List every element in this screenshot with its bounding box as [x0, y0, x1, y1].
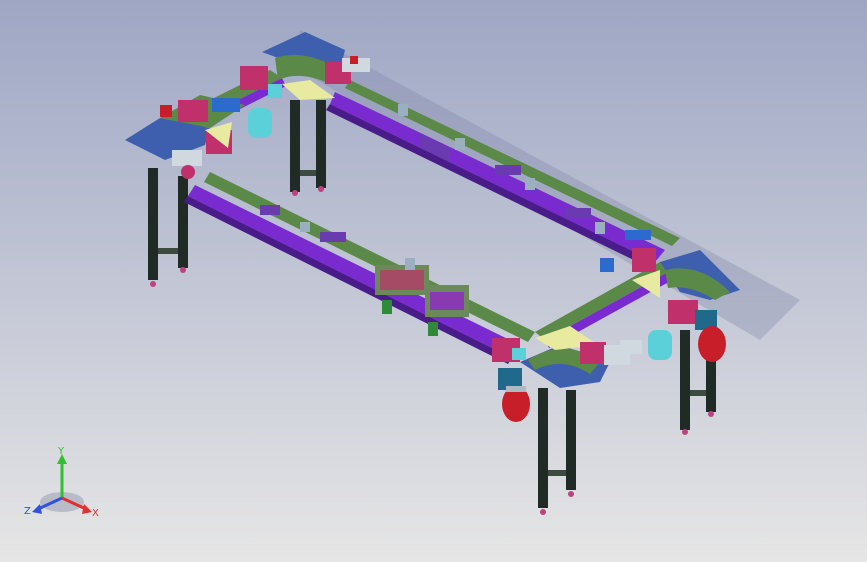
triad-z-label: Z: [24, 506, 31, 517]
leg-front: [538, 388, 576, 515]
motor-front: [498, 368, 530, 422]
rail-front: [184, 172, 535, 364]
leg-left: [148, 168, 188, 287]
orientation-triad[interactable]: Y X Z: [22, 446, 108, 526]
3d-viewport[interactable]: Y X Z: [0, 0, 867, 562]
triad-y-label: Y: [57, 446, 65, 457]
corner-left: [125, 95, 272, 179]
motor-right: [695, 310, 726, 362]
conveyor-frame-model[interactable]: [0, 0, 867, 562]
triad-x-label: X: [92, 508, 99, 519]
leg-back-left: [290, 100, 326, 196]
